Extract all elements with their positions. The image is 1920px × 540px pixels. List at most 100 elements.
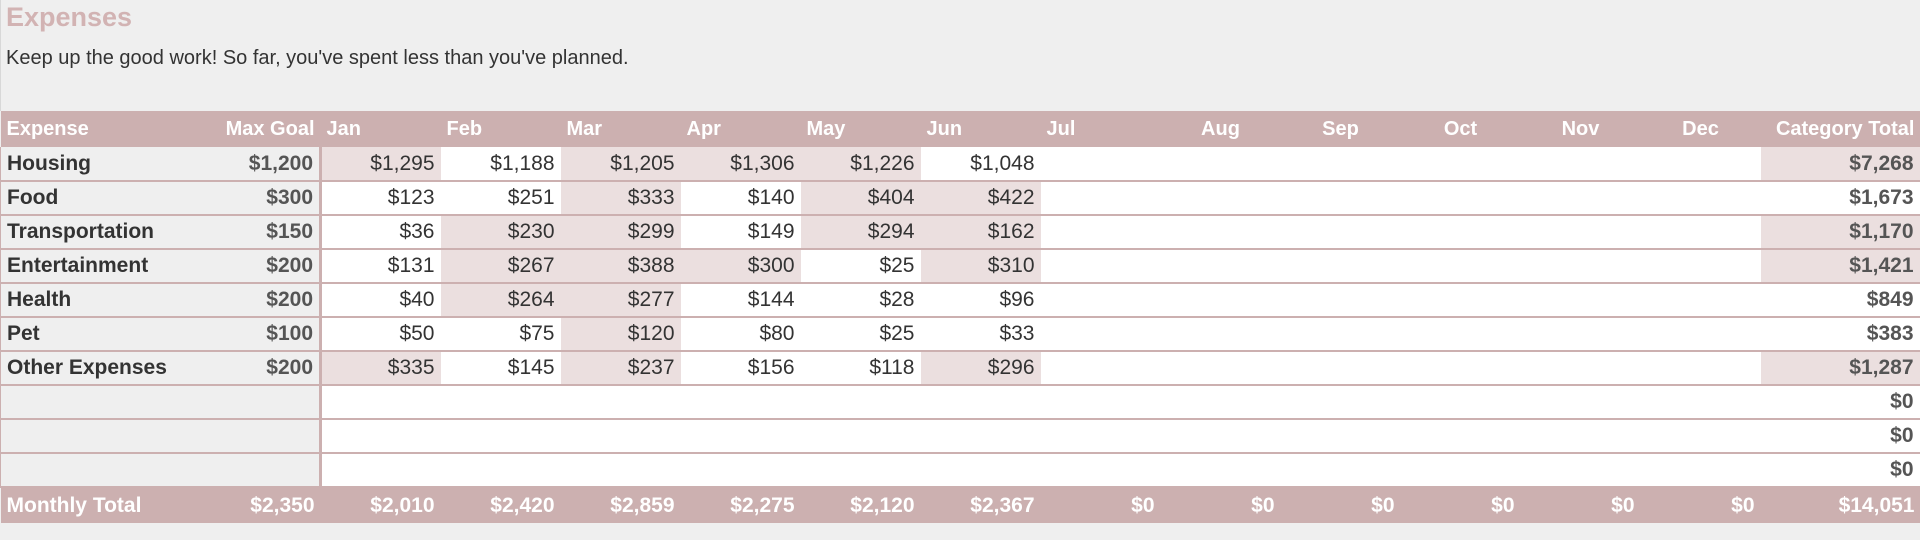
max-goal-cell[interactable]: $200 (204, 283, 322, 318)
max-goal-cell[interactable]: $300 (204, 181, 322, 216)
header-month[interactable]: Nov (1520, 111, 1641, 147)
month-value-cell[interactable] (1040, 453, 1161, 488)
month-value-cell[interactable]: $388 (560, 249, 681, 284)
month-value-cell[interactable]: $1,188 (440, 147, 561, 182)
month-value-cell[interactable] (1400, 249, 1521, 284)
month-value-cell[interactable] (920, 385, 1041, 420)
expense-label-cell[interactable] (0, 385, 205, 420)
header-category-total[interactable]: Category Total (1760, 111, 1920, 147)
header-month[interactable]: Jun (920, 111, 1041, 147)
header-month[interactable]: Sep (1280, 111, 1401, 147)
month-value-cell[interactable] (1400, 147, 1521, 182)
month-value-cell[interactable] (560, 419, 681, 454)
month-value-cell[interactable] (1640, 181, 1761, 216)
month-value-cell[interactable] (1640, 249, 1761, 284)
max-goal-cell[interactable]: $100 (204, 317, 322, 352)
month-value-cell[interactable] (1040, 249, 1161, 284)
month-value-cell[interactable] (920, 419, 1041, 454)
month-value-cell[interactable] (920, 453, 1041, 488)
month-value-cell[interactable]: $230 (440, 215, 561, 250)
month-value-cell[interactable]: $422 (920, 181, 1041, 216)
expense-label-cell[interactable] (0, 419, 205, 454)
month-value-cell[interactable] (1400, 283, 1521, 318)
month-value-cell[interactable] (440, 453, 561, 488)
month-value-cell[interactable]: $294 (800, 215, 921, 250)
month-value-cell[interactable] (1280, 215, 1401, 250)
month-value-cell[interactable] (1520, 215, 1641, 250)
month-value-cell[interactable] (1640, 351, 1761, 386)
max-goal-cell[interactable]: $1,200 (204, 147, 322, 182)
month-value-cell[interactable] (1160, 351, 1281, 386)
month-value-cell[interactable] (1520, 453, 1641, 488)
month-value-cell[interactable]: $50 (320, 317, 441, 352)
month-value-cell[interactable]: $25 (800, 249, 921, 284)
month-value-cell[interactable] (440, 385, 561, 420)
expense-label-cell[interactable]: Other Expenses (0, 351, 205, 386)
month-value-cell[interactable]: $1,226 (800, 147, 921, 182)
month-value-cell[interactable] (1400, 215, 1521, 250)
header-month[interactable]: Jan (320, 111, 441, 147)
header-month[interactable]: Apr (680, 111, 801, 147)
month-value-cell[interactable]: $144 (680, 283, 801, 318)
max-goal-cell[interactable]: $200 (204, 249, 322, 284)
month-value-cell[interactable]: $40 (320, 283, 441, 318)
month-value-cell[interactable]: $1,048 (920, 147, 1041, 182)
expense-label-cell[interactable]: Transportation (0, 215, 205, 250)
month-value-cell[interactable] (1640, 453, 1761, 488)
month-value-cell[interactable] (680, 453, 801, 488)
month-value-cell[interactable]: $162 (920, 215, 1041, 250)
month-value-cell[interactable] (1040, 283, 1161, 318)
month-value-cell[interactable]: $149 (680, 215, 801, 250)
header-month[interactable]: Dec (1640, 111, 1761, 147)
month-value-cell[interactable] (1160, 215, 1281, 250)
month-value-cell[interactable] (1280, 147, 1401, 182)
month-value-cell[interactable] (1160, 317, 1281, 352)
month-value-cell[interactable]: $1,295 (320, 147, 441, 182)
month-value-cell[interactable]: $131 (320, 249, 441, 284)
month-value-cell[interactable]: $75 (440, 317, 561, 352)
month-value-cell[interactable] (1040, 419, 1161, 454)
month-value-cell[interactable]: $1,205 (560, 147, 681, 182)
expense-label-cell[interactable]: Health (0, 283, 205, 318)
header-month[interactable]: May (800, 111, 921, 147)
month-value-cell[interactable]: $156 (680, 351, 801, 386)
expense-label-cell[interactable]: Pet (0, 317, 205, 352)
expense-label-cell[interactable]: Entertainment (0, 249, 205, 284)
max-goal-cell[interactable]: $200 (204, 351, 322, 386)
month-value-cell[interactable] (1280, 453, 1401, 488)
month-value-cell[interactable] (1640, 317, 1761, 352)
month-value-cell[interactable] (1280, 419, 1401, 454)
month-value-cell[interactable] (320, 385, 441, 420)
expense-label-cell[interactable]: Food (0, 181, 205, 216)
month-value-cell[interactable]: $335 (320, 351, 441, 386)
header-month[interactable]: Aug (1160, 111, 1281, 147)
month-value-cell[interactable] (1400, 317, 1521, 352)
month-value-cell[interactable]: $80 (680, 317, 801, 352)
month-value-cell[interactable] (1640, 419, 1761, 454)
month-value-cell[interactable] (1640, 385, 1761, 420)
month-value-cell[interactable] (1400, 351, 1521, 386)
month-value-cell[interactable] (1520, 147, 1641, 182)
month-value-cell[interactable] (1280, 317, 1401, 352)
header-month[interactable]: Oct (1400, 111, 1521, 147)
month-value-cell[interactable] (680, 419, 801, 454)
month-value-cell[interactable]: $96 (920, 283, 1041, 318)
month-value-cell[interactable]: $310 (920, 249, 1041, 284)
month-value-cell[interactable] (1040, 351, 1161, 386)
expense-label-cell[interactable] (0, 453, 205, 488)
month-value-cell[interactable] (1040, 147, 1161, 182)
month-value-cell[interactable] (1040, 317, 1161, 352)
month-value-cell[interactable] (1400, 453, 1521, 488)
month-value-cell[interactable] (1160, 419, 1281, 454)
max-goal-cell[interactable]: $150 (204, 215, 322, 250)
month-value-cell[interactable]: $299 (560, 215, 681, 250)
month-value-cell[interactable]: $1,306 (680, 147, 801, 182)
month-value-cell[interactable] (800, 385, 921, 420)
month-value-cell[interactable]: $267 (440, 249, 561, 284)
month-value-cell[interactable] (1040, 215, 1161, 250)
month-value-cell[interactable] (1160, 249, 1281, 284)
month-value-cell[interactable]: $123 (320, 181, 441, 216)
max-goal-cell[interactable] (204, 453, 322, 488)
month-value-cell[interactable] (560, 385, 681, 420)
month-value-cell[interactable] (1160, 385, 1281, 420)
